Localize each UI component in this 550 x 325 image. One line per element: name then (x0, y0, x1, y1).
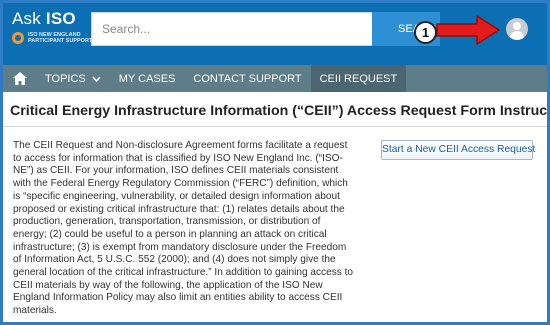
red-arrow-icon (435, 13, 503, 52)
home-icon[interactable] (13, 72, 27, 85)
nav-item-contact-support[interactable]: CONTACT SUPPORT (184, 65, 310, 92)
start-ceii-request-button[interactable]: Start a New CEII Access Request (381, 140, 535, 160)
main-nav: TOPICS MY CASES CONTACT SUPPORT CEII REQ… (3, 65, 547, 92)
nav-item-label: CEII REQUEST (319, 72, 398, 85)
search-input[interactable]: Search... (91, 12, 373, 46)
nav-item-ceii-request[interactable]: CEII REQUEST (310, 65, 407, 92)
screenshot-frame: Ask ISO ISO NEW ENGLAND PARTICIPANT SUPP… (0, 0, 550, 325)
logo-subtitle: ISO NEW ENGLAND PARTICIPANT SUPPORT (12, 32, 92, 44)
site-header: Ask ISO ISO NEW ENGLAND PARTICIPANT SUPP… (3, 3, 547, 65)
nav-item-my-cases[interactable]: MY CASES (110, 65, 185, 92)
nav-item-topics[interactable]: TOPICS (36, 65, 110, 92)
user-avatar-icon[interactable] (506, 18, 528, 40)
chevron-down-icon (92, 74, 101, 84)
logo-word-ask: Ask (12, 9, 41, 28)
logo-sub-line2: PARTICIPANT SUPPORT (28, 38, 93, 44)
title-divider (3, 126, 547, 127)
page-title: Critical Energy Infrastructure Informati… (10, 103, 550, 119)
ask-iso-logo[interactable]: Ask ISO ISO NEW ENGLAND PARTICIPANT SUPP… (12, 9, 92, 44)
nav-item-label: CONTACT SUPPORT (193, 72, 302, 85)
iso-ne-mark-icon (12, 32, 24, 44)
nav-item-label: TOPICS (45, 72, 86, 85)
nav-item-label: MY CASES (118, 72, 176, 85)
step-callout-badge: 1 (414, 21, 437, 44)
ceii-description-text: The CEII Request and Non-disclosure Agre… (13, 140, 354, 317)
logo-word-iso: ISO (45, 9, 76, 28)
logo-title: Ask ISO (12, 9, 92, 29)
